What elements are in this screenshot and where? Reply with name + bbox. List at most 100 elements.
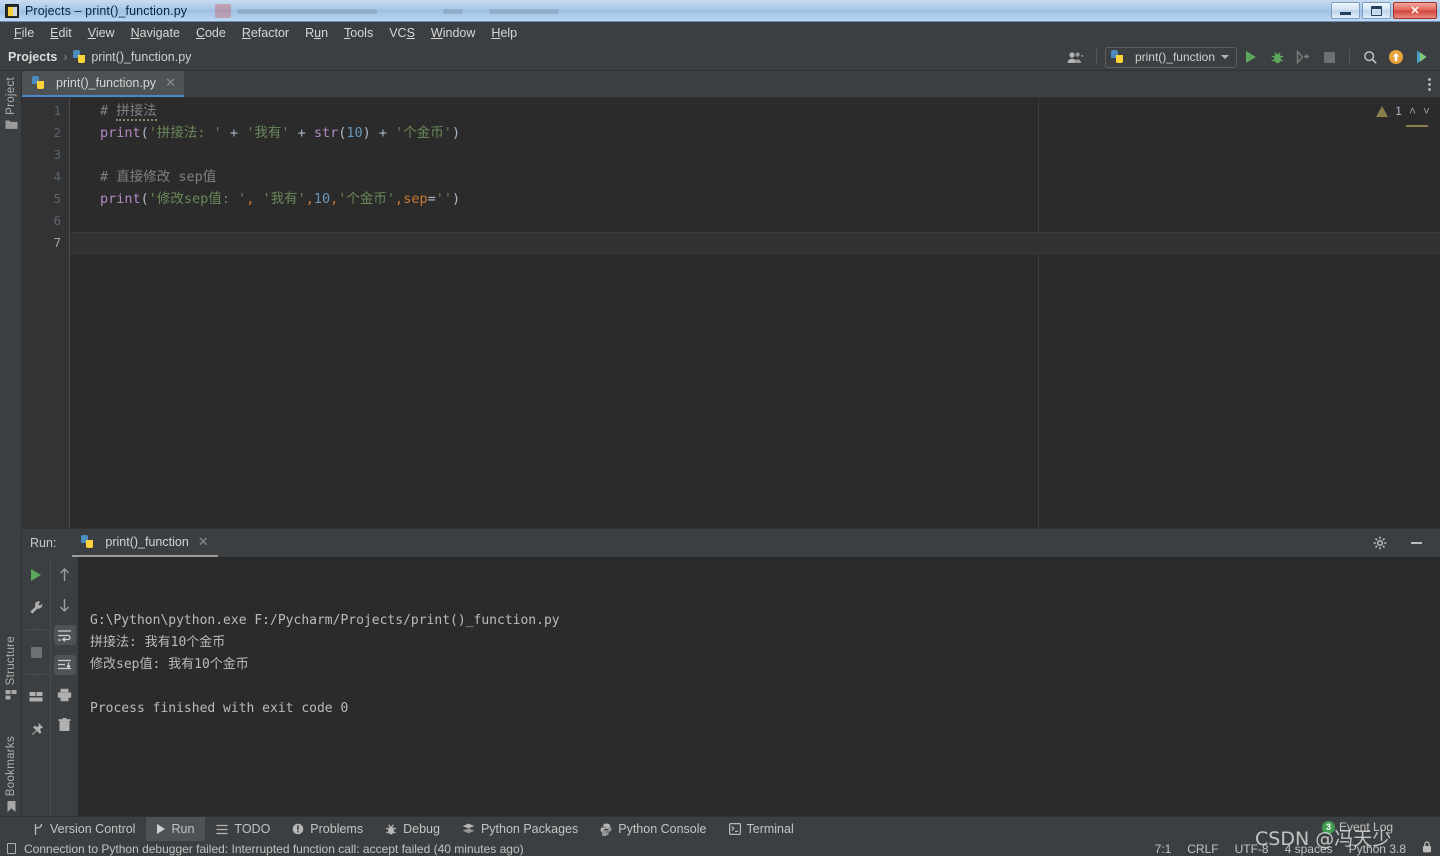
pin-icon[interactable]: [25, 719, 47, 739]
minimize-button[interactable]: [1331, 2, 1360, 19]
bottom-tab-version-control[interactable]: Version Control: [22, 817, 146, 842]
print-icon[interactable]: [54, 685, 76, 705]
toolbar-divider-2: [1349, 49, 1350, 65]
editor-gutter[interactable]: 1 2 3 4 5 6 7: [22, 98, 70, 528]
stop-icon[interactable]: [25, 642, 47, 662]
menu-file[interactable]: File: [6, 24, 42, 42]
layout-icon[interactable]: [25, 687, 47, 707]
menu-window[interactable]: Window: [423, 24, 483, 42]
python-icon: [600, 823, 612, 836]
menu-help[interactable]: Help: [483, 24, 525, 42]
console-output[interactable]: G:\Python\python.exe F:/Pycharm/Projects…: [90, 557, 1440, 817]
bottom-tab-run[interactable]: Run: [146, 816, 206, 842]
code-editor[interactable]: 1 2 3 4 5 6 7 # 拼接法 print('拼接法: ' + '我有'…: [22, 98, 1440, 528]
rerun-icon[interactable]: [25, 565, 47, 585]
coverage-icon[interactable]: [1291, 46, 1315, 68]
line-separator[interactable]: CRLF: [1187, 842, 1218, 856]
breadcrumb-root[interactable]: Projects: [8, 50, 57, 64]
update-icon[interactable]: [1384, 46, 1408, 68]
file-encoding[interactable]: UTF-8: [1235, 842, 1269, 856]
trash-icon[interactable]: [54, 715, 76, 735]
line-number: 1: [53, 103, 61, 118]
up-arrow-icon[interactable]: [54, 565, 76, 585]
tab-close-icon[interactable]: ✕: [165, 75, 176, 91]
stop-icon[interactable]: [1317, 46, 1341, 68]
code-line-3[interactable]: [71, 144, 1440, 166]
title-bar-ghost-overlay: [215, 2, 615, 20]
menu-navigate[interactable]: Navigate: [123, 24, 188, 42]
search-icon[interactable]: [1358, 46, 1382, 68]
menu-bar: File Edit View Navigate Code Refactor Ru…: [0, 22, 1440, 43]
bottom-tool-window-bar: Version Control Run TODO Problems Debug …: [0, 816, 1440, 842]
more-options-icon[interactable]: [1428, 77, 1431, 91]
caret-position[interactable]: 7:1: [1155, 842, 1172, 856]
run-config-python-icon: [1110, 50, 1124, 64]
bottom-tab-terminal[interactable]: Terminal: [718, 817, 805, 842]
terminal-icon: [728, 823, 741, 835]
sidebar-item-bookmarks[interactable]: Bookmarks: [0, 736, 22, 816]
inspection-prev-icon[interactable]: ˄: [1409, 104, 1416, 118]
editor-tab-print-function[interactable]: print()_function.py ✕: [22, 71, 184, 97]
bottom-tab-problems[interactable]: Problems: [281, 817, 374, 842]
event-log-indicator[interactable]: 3 Event Log: [1322, 820, 1393, 834]
inspection-widget[interactable]: 1 ˄ ˅: [1376, 104, 1430, 118]
menu-tools[interactable]: Tools: [336, 24, 381, 42]
down-arrow-icon[interactable]: [54, 595, 76, 615]
menu-refactor[interactable]: Refactor: [234, 24, 297, 42]
line-number: 4: [53, 169, 61, 184]
debug-icon[interactable]: [1265, 46, 1289, 68]
python-interpreter[interactable]: Python 3.8: [1349, 842, 1406, 856]
code-line-5[interactable]: print('修改sep值: ', '我有',10,'个金币',sep=''): [71, 188, 1440, 210]
soft-wrap-icon[interactable]: [53, 625, 76, 645]
window-controls[interactable]: ✕: [1331, 2, 1437, 19]
menu-code[interactable]: Code: [188, 24, 234, 42]
menu-edit[interactable]: Edit: [42, 24, 80, 42]
run-icon[interactable]: [1239, 46, 1263, 68]
inspection-next-icon[interactable]: ˅: [1423, 104, 1430, 118]
run-configuration-name: print()_function: [1134, 50, 1215, 64]
bottom-tab-debug[interactable]: Debug: [374, 817, 451, 842]
bottom-tab-python-packages[interactable]: Python Packages: [451, 817, 589, 842]
minimize-panel-icon[interactable]: [1404, 532, 1428, 554]
code-line-1[interactable]: # 拼接法: [71, 100, 1440, 122]
code-line-7[interactable]: [71, 232, 1440, 254]
indent-setting[interactable]: 4 spaces: [1285, 842, 1333, 856]
gear-icon[interactable]: [1368, 532, 1392, 554]
run-tab[interactable]: print()_function ✕: [72, 529, 218, 557]
scroll-to-end-icon[interactable]: [53, 655, 76, 675]
run-window-label: Run:: [30, 536, 57, 550]
status-message-icon: [7, 843, 16, 854]
sidebar-item-structure[interactable]: Structure: [0, 636, 22, 703]
inspection-marker[interactable]: [1406, 125, 1428, 127]
debug-icon: [385, 823, 397, 836]
lock-icon[interactable]: [1422, 841, 1432, 856]
bottom-tab-python-console[interactable]: Python Console: [589, 817, 717, 842]
code-line-6[interactable]: [71, 210, 1440, 232]
run-configuration-selector[interactable]: print()_function: [1104, 46, 1237, 68]
sidebar-item-project[interactable]: Project: [0, 77, 22, 133]
run-tab-close-icon[interactable]: ✕: [198, 534, 209, 550]
menu-vcs[interactable]: VCS: [381, 24, 423, 42]
python-file-icon: [73, 49, 86, 64]
maximize-button[interactable]: [1362, 2, 1391, 19]
tab-python-file-icon: [32, 76, 45, 90]
profile-icon[interactable]: [1410, 46, 1434, 68]
run-toolbar-left: [22, 557, 50, 817]
menu-run[interactable]: Run: [297, 24, 336, 42]
code-line-2[interactable]: print('拼接法: ' + '我有' + str(10) + '个金币'): [71, 122, 1440, 144]
warning-triangle-icon: [1376, 105, 1389, 117]
menu-view[interactable]: View: [80, 24, 123, 42]
status-message[interactable]: Connection to Python debugger failed: In…: [24, 842, 524, 856]
structure-icon: [5, 689, 18, 703]
bottom-tab-todo[interactable]: TODO: [205, 817, 281, 842]
close-button[interactable]: ✕: [1393, 2, 1437, 19]
code-line-4[interactable]: # 直接修改 sep值: [71, 166, 1440, 188]
console-line: G:\Python\python.exe F:/Pycharm/Projects…: [90, 613, 560, 628]
editor-tab-options[interactable]: [1428, 71, 1440, 97]
run-toolbar-right: [50, 557, 78, 817]
people-icon[interactable]: [1064, 46, 1088, 68]
wrench-icon[interactable]: [25, 597, 47, 617]
code-content[interactable]: # 拼接法 print('拼接法: ' + '我有' + str(10) + '…: [71, 98, 1440, 528]
breadcrumb-file[interactable]: print()_function.py: [91, 50, 191, 64]
